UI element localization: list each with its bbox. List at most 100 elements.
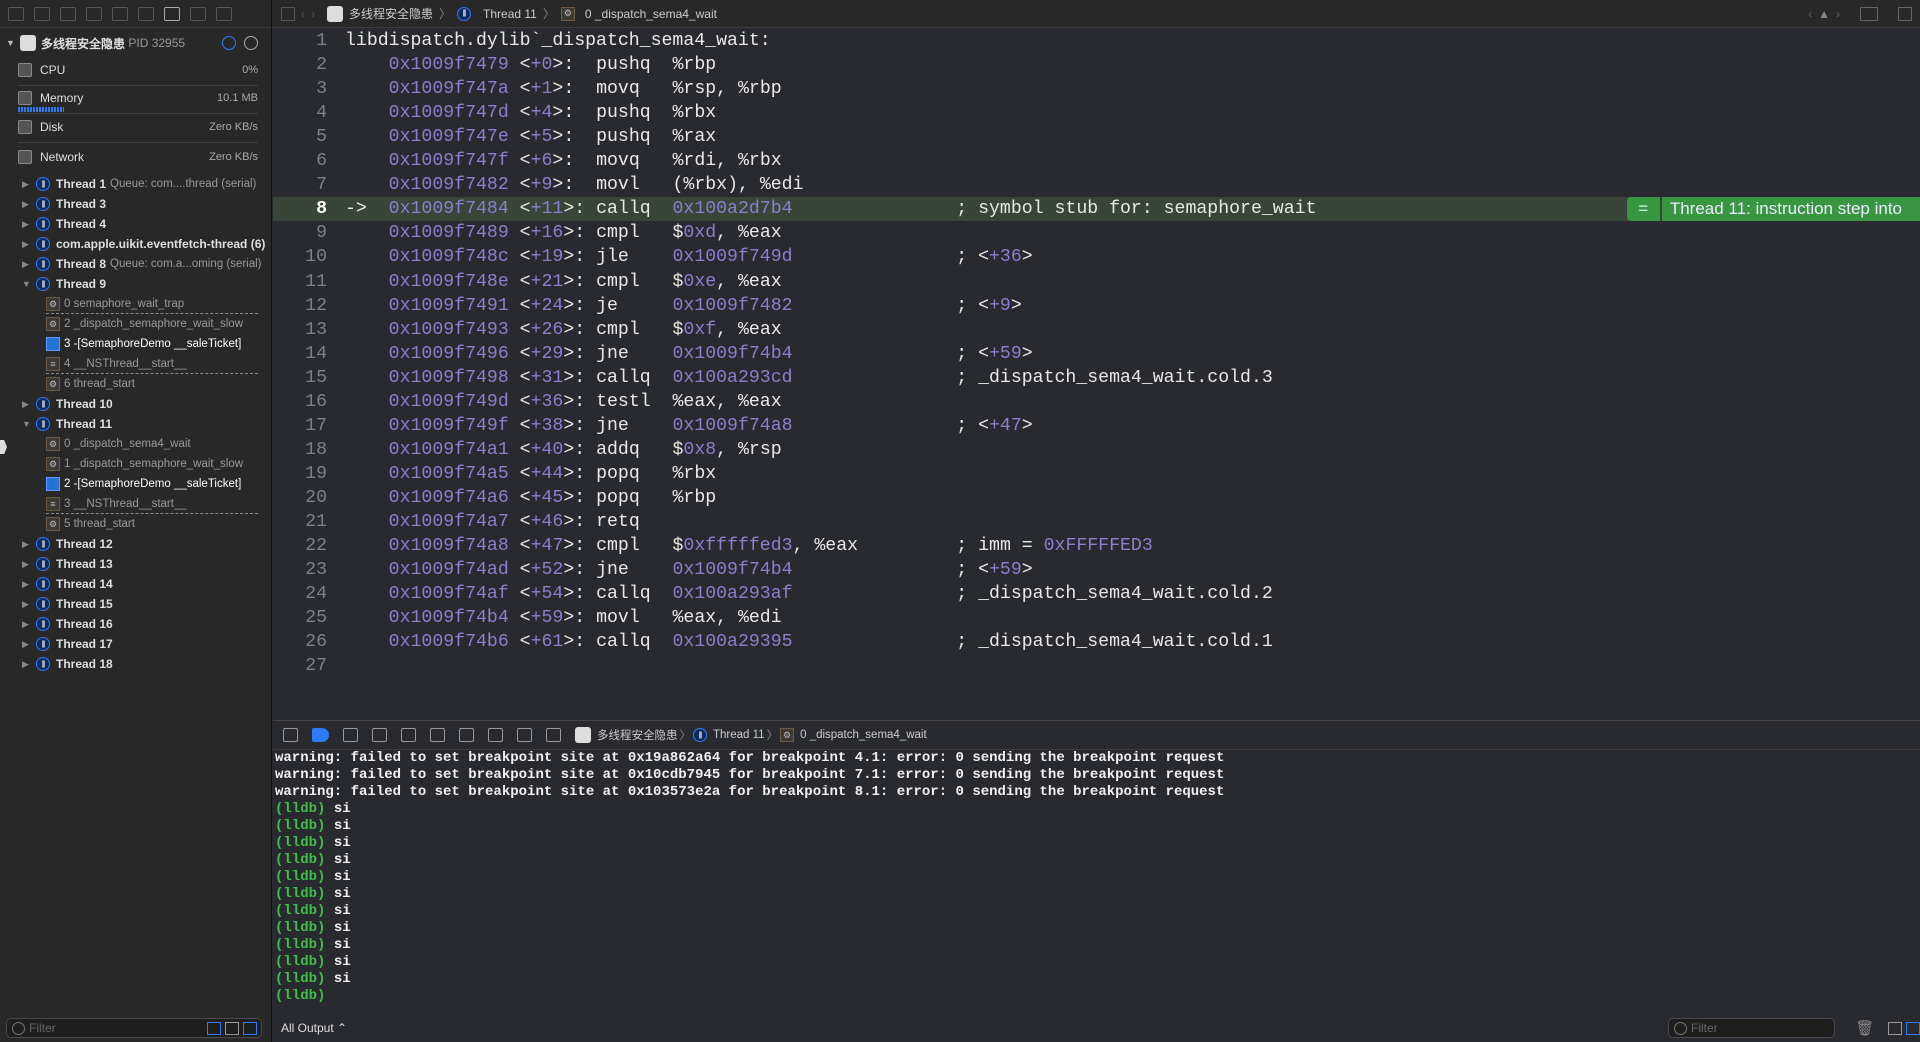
test-icon[interactable] — [138, 6, 154, 21]
code-line[interactable]: 26 0x1009f74b6 <+61>: callq 0x100a29395 … — [273, 630, 1920, 654]
process-row[interactable]: ▼ 多线程安全隐患 PID 32955 — [0, 33, 272, 53]
simulate-location-icon[interactable] — [546, 728, 561, 742]
stack-frame[interactable]: 👤 2 -[SemaphoreDemo __saleTicket] — [46, 474, 258, 494]
related-items-icon[interactable] — [281, 6, 295, 21]
code-line[interactable]: 25 0x1009f74b4 <+59>: movl %eax, %edi — [273, 606, 1920, 630]
thread-row[interactable]: ▶ ||| Thread 4 — [0, 214, 272, 234]
code-line[interactable]: 2 0x1009f7479 <+0>: pushq %rbp — [273, 53, 1920, 77]
console-filter-input[interactable]: Filter — [1668, 1018, 1836, 1038]
thread-row[interactable]: ▶ ||| Thread 16 — [0, 614, 272, 634]
back-icon[interactable]: ‹ — [301, 7, 305, 21]
trash-icon[interactable]: 🗑 — [1855, 1019, 1874, 1037]
code-line[interactable]: 3 0x1009f747a <+1>: movq %rsp, %rbp — [273, 77, 1920, 101]
thread-row[interactable]: ▶ ||| Thread 13 — [0, 554, 272, 574]
disassembly-editor[interactable]: 1 libdispatch.dylib`_dispatch_sema4_wait:… — [273, 29, 1920, 719]
annotation-icon[interactable]: = — [1626, 197, 1660, 222]
thread-row[interactable]: ▶ ||| Thread 14 — [0, 574, 272, 594]
hierarchy-icon[interactable] — [60, 6, 76, 21]
step-into-icon[interactable] — [401, 728, 416, 742]
show-variables-icon[interactable] — [1888, 1021, 1903, 1035]
view-hierarchy-icon[interactable] — [459, 728, 474, 742]
code-line[interactable]: 9 0x1009f7489 <+16>: cmpl $0xd, %eax — [273, 221, 1920, 245]
search-icon[interactable] — [86, 6, 102, 21]
disclosure-closed-icon[interactable]: ▶ — [22, 399, 32, 410]
hide-debug-area-icon[interactable] — [283, 728, 298, 742]
debug-breadcrumb-thread[interactable]: Thread 11 — [713, 729, 765, 741]
thread-row[interactable]: ▶ ||| Thread 15 — [0, 594, 272, 614]
prev-issue-icon[interactable]: ‹ — [1808, 7, 1812, 21]
disclosure-open-icon[interactable]: ▼ — [6, 38, 16, 48]
code-line[interactable]: 13 0x1009f7493 <+26>: cmpl $0xf, %eax — [273, 318, 1920, 342]
code-line[interactable]: 19 0x1009f74a5 <+44>: popq %rbx — [273, 462, 1920, 486]
output-select[interactable]: All Output ⌃ — [281, 1014, 347, 1042]
disclosure-open-icon[interactable]: ▼ — [22, 279, 32, 289]
thread-row[interactable]: ▶ ||| Thread 17 — [0, 634, 272, 654]
thread-row[interactable]: ▶ ||| com.apple.uikit.eventfetch-thread (6… — [0, 234, 272, 254]
thread-row[interactable]: ▶ ||| Thread 12 — [0, 534, 272, 554]
metric-cpu[interactable]: CPU 0% — [18, 59, 258, 81]
source-control-icon[interactable] — [34, 6, 50, 21]
stack-frame[interactable]: ⚙ 2 _dispatch_semaphore_wait_slow — [46, 314, 258, 334]
disclosure-closed-icon[interactable]: ▶ — [22, 199, 32, 210]
code-line[interactable]: 1 libdispatch.dylib`_dispatch_sema4_wait: — [273, 29, 1920, 53]
queue-filter-icon[interactable] — [243, 1021, 257, 1035]
code-line[interactable]: 24 0x1009f74af <+54>: callq 0x100a293af … — [273, 582, 1920, 606]
thread-row[interactable]: ▶ ||| Thread 1 Queue: com....thread (serial… — [0, 174, 272, 194]
disclosure-closed-icon[interactable]: ▶ — [22, 259, 32, 270]
instruction-pointer-annotation[interactable]: = Thread 11: instruction step into — [1626, 197, 1920, 222]
disclosure-closed-icon[interactable]: ▶ — [22, 639, 32, 650]
code-line[interactable]: 14 0x1009f7496 <+29>: jne 0x1009f74b4 ; … — [273, 342, 1920, 366]
navigator-filter-input[interactable]: Filter — [6, 1018, 262, 1038]
metric-network[interactable]: Network Zero KB/s — [18, 146, 258, 168]
environment-overrides-icon[interactable] — [517, 728, 532, 742]
disclosure-closed-icon[interactable]: ▶ — [22, 659, 32, 670]
code-line[interactable]: 12 0x1009f7491 <+24>: je 0x1009f7482 ; <… — [273, 294, 1920, 318]
code-line[interactable]: 21 0x1009f74a7 <+46>: retq — [273, 510, 1920, 534]
breadcrumb-frame[interactable]: 0 _dispatch_sema4_wait — [585, 7, 717, 21]
threads-icon[interactable] — [244, 36, 258, 50]
stack-frame[interactable]: ≡ 4 __NSThread__start__ — [46, 354, 258, 374]
forward-icon[interactable]: › — [311, 7, 315, 21]
show-console-icon[interactable] — [1906, 1021, 1920, 1035]
disclosure-closed-icon[interactable]: ▶ — [22, 219, 32, 230]
warning-icon[interactable] — [112, 6, 128, 21]
step-over-icon[interactable] — [372, 728, 387, 742]
debug-breadcrumb-frame[interactable]: 0 _dispatch_sema4_wait — [800, 729, 927, 741]
code-line[interactable]: 4 0x1009f747d <+4>: pushq %rbx — [273, 101, 1920, 125]
code-line[interactable]: 15 0x1009f7498 <+31>: callq 0x100a293cd … — [273, 366, 1920, 390]
breakpoints-toggle-icon[interactable] — [312, 728, 329, 742]
disclosure-closed-icon[interactable]: ▶ — [22, 179, 32, 190]
code-line[interactable]: 10 0x1009f748c <+19>: jle 0x1009f749d ; … — [273, 245, 1920, 269]
metric-memory[interactable]: Memory 10.1 MB — [18, 87, 258, 109]
thread-row[interactable]: ▼ ||| Thread 11 — [0, 414, 272, 434]
stack-frame[interactable]: ⚙ 5 thread_start — [46, 514, 258, 534]
code-line[interactable]: 6 0x1009f747f <+6>: movq %rdi, %rbx — [273, 149, 1920, 173]
stack-frame[interactable]: ⚙ 1 _dispatch_semaphore_wait_slow — [46, 454, 258, 474]
breadcrumb-thread[interactable]: Thread 11 — [483, 7, 537, 21]
next-issue-icon[interactable]: › — [1836, 7, 1840, 21]
code-line[interactable]: 16 0x1009f749d <+36>: testl %eax, %eax — [273, 390, 1920, 414]
thread-row[interactable]: ▶ ||| Thread 10 — [0, 394, 272, 414]
stack-frame[interactable]: ⚙ 6 thread_start — [46, 374, 258, 394]
disclosure-closed-icon[interactable]: ▶ — [22, 539, 32, 550]
breakpoint-icon[interactable] — [190, 6, 206, 21]
folder-icon[interactable] — [8, 6, 24, 21]
debug-navigator-icon[interactable] — [164, 6, 180, 21]
step-out-icon[interactable] — [430, 728, 445, 742]
issue-warning-icon[interactable]: ▲ — [1818, 7, 1830, 21]
debug-breadcrumb-process[interactable]: 多线程安全隐患 — [597, 727, 678, 743]
disclosure-closed-icon[interactable]: ▶ — [22, 239, 32, 250]
thread-row[interactable]: ▼ ||| Thread 9 — [0, 274, 272, 294]
code-line[interactable]: 11 0x1009f748e <+21>: cmpl $0xe, %eax — [273, 270, 1920, 294]
code-line[interactable]: 7 0x1009f7482 <+9>: movl (%rbx), %edi — [273, 173, 1920, 197]
code-line[interactable]: 18 0x1009f74a1 <+40>: addq $0x8, %rsp — [273, 438, 1920, 462]
minimap-icon[interactable] — [1860, 6, 1878, 21]
disclosure-closed-icon[interactable]: ▶ — [22, 619, 32, 630]
stack-frame[interactable]: ≡ 3 __NSThread__start__ — [46, 494, 258, 514]
stack-frame[interactable]: ⚙ 0 semaphore_wait_trap — [46, 294, 258, 314]
gauge-icon[interactable] — [222, 36, 236, 50]
add-editor-icon[interactable] — [1898, 6, 1912, 21]
stack-frame[interactable]: 👤 3 -[SemaphoreDemo __saleTicket] — [46, 334, 258, 354]
disclosure-closed-icon[interactable]: ▶ — [22, 599, 32, 610]
disclosure-closed-icon[interactable]: ▶ — [22, 559, 32, 570]
